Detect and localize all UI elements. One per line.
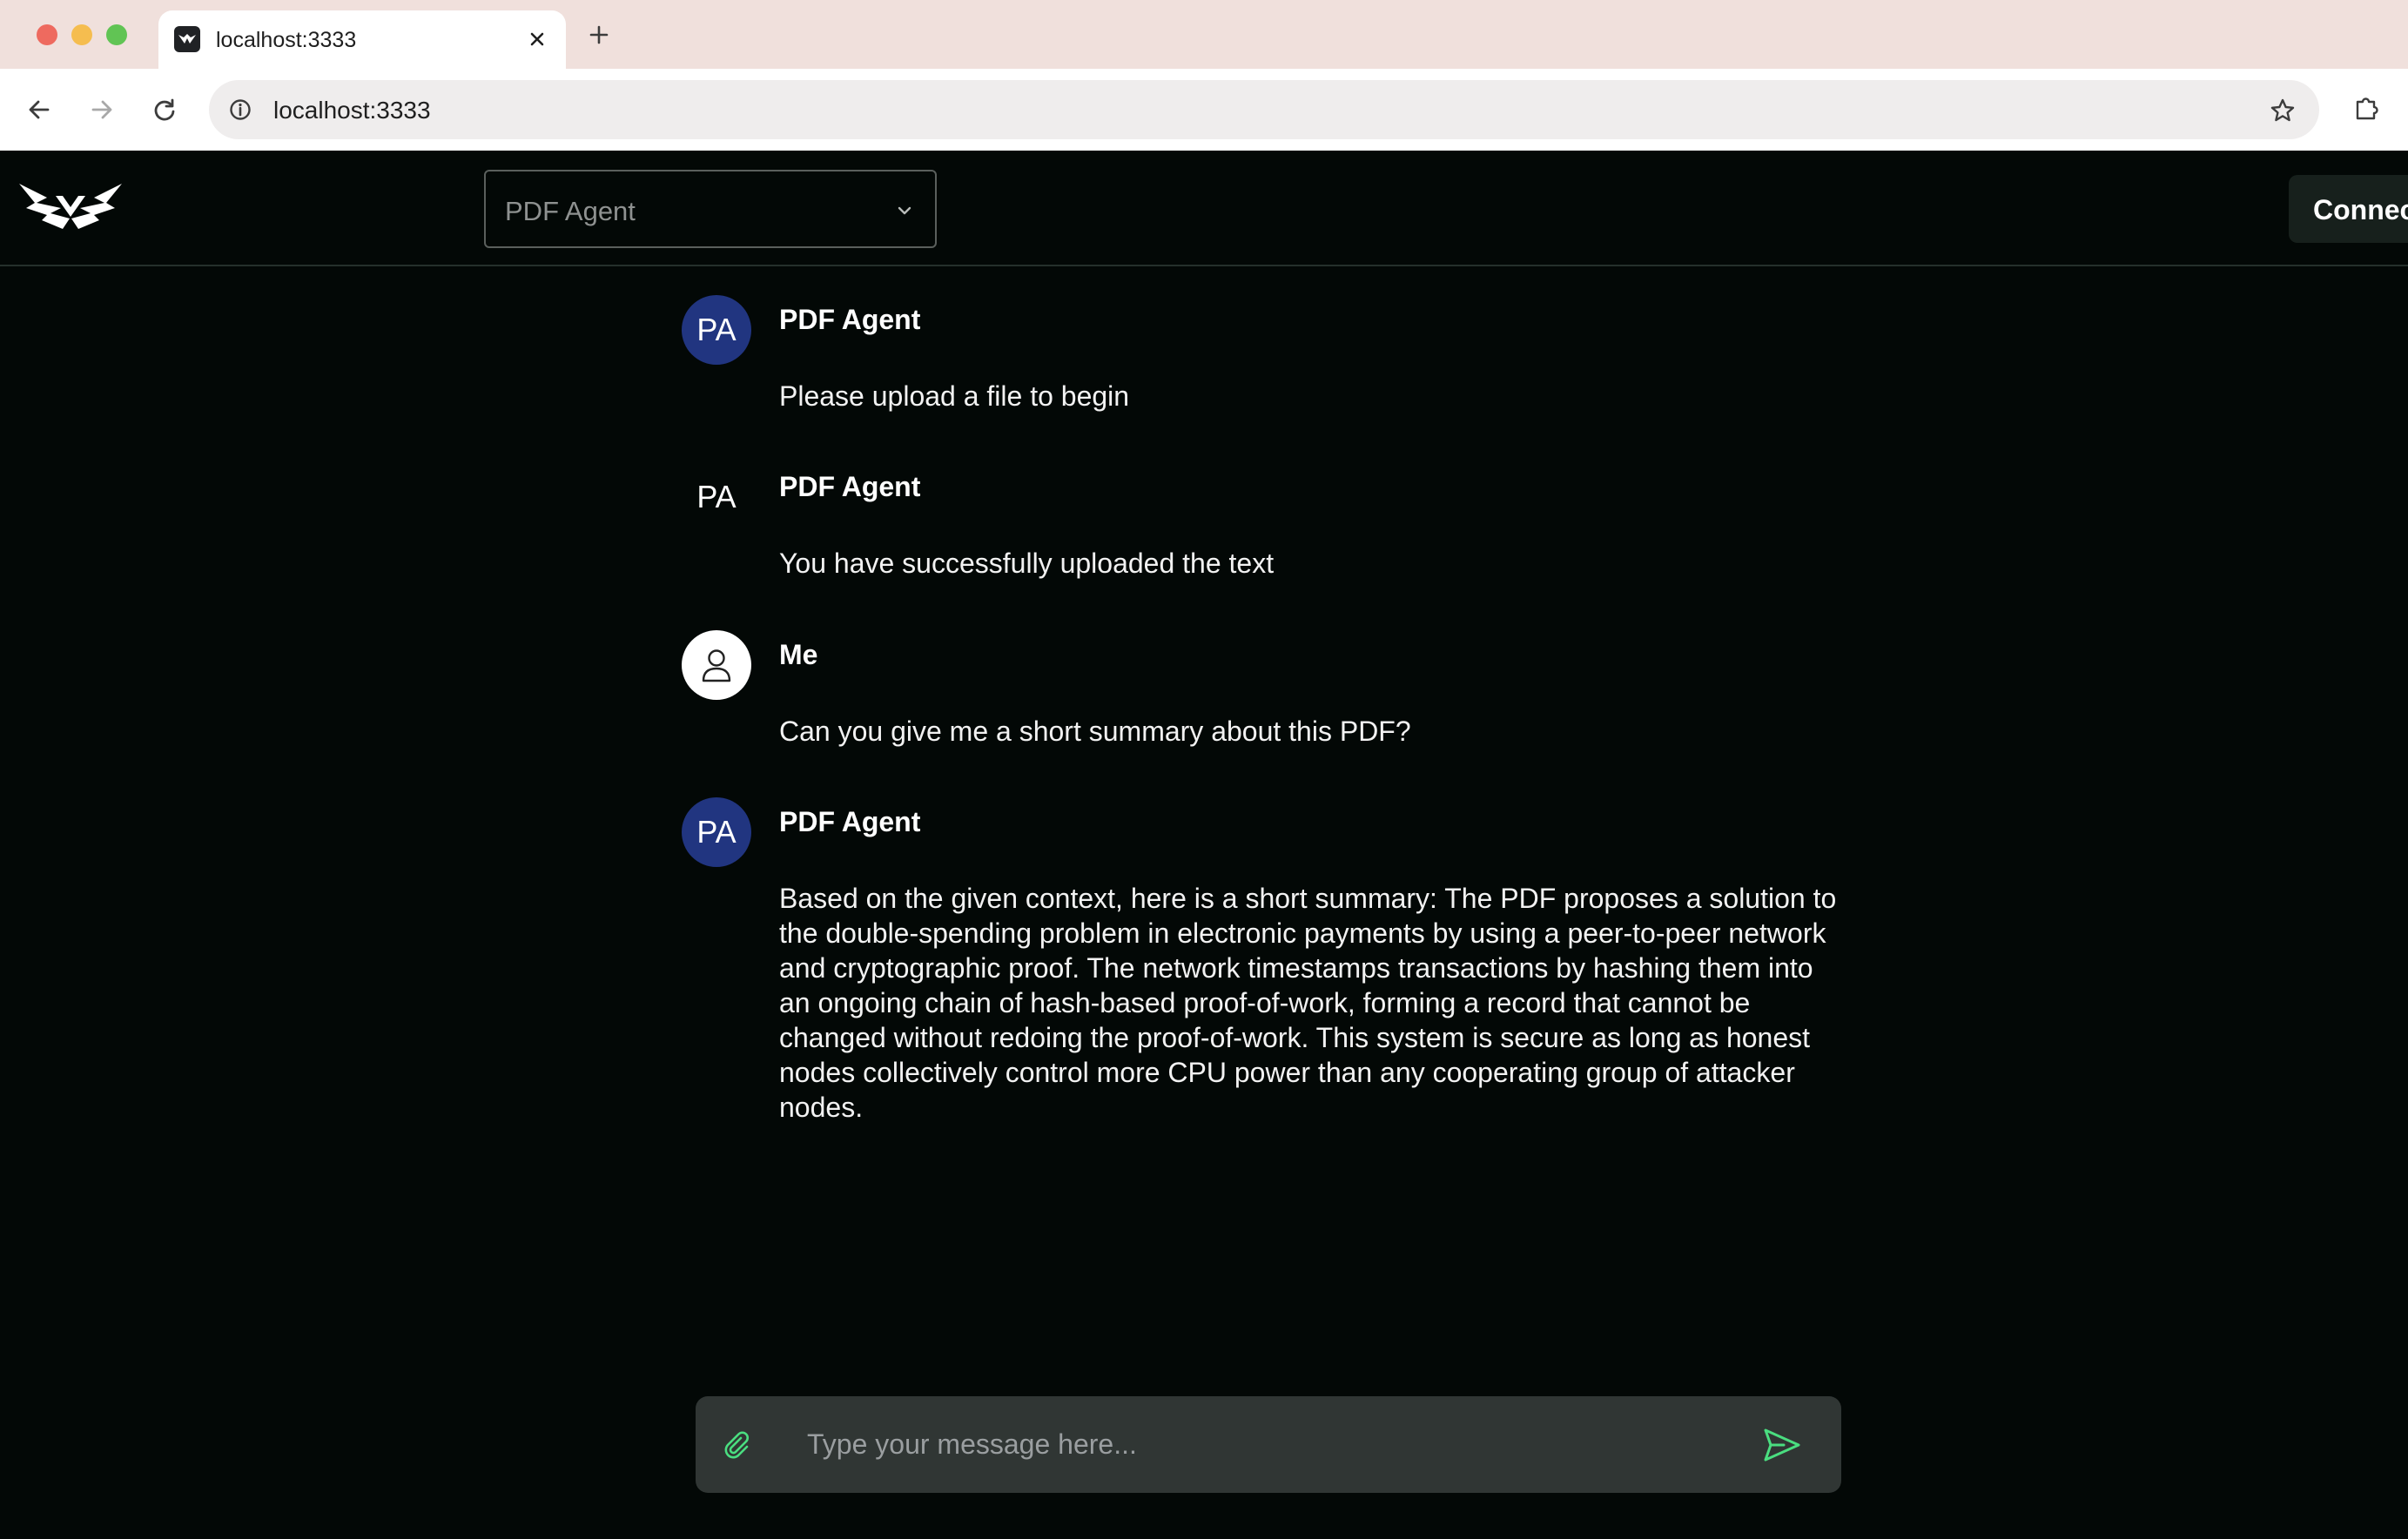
- message-input[interactable]: [805, 1415, 1693, 1473]
- back-arrow-icon[interactable]: [19, 90, 59, 130]
- window-zoom-button[interactable]: [106, 24, 127, 45]
- message-author: PDF Agent: [779, 304, 921, 335]
- user-icon: [702, 649, 731, 682]
- window-minimize-button[interactable]: [71, 24, 92, 45]
- extensions-puzzle-icon[interactable]: [2347, 88, 2387, 128]
- site-info-icon[interactable]: [226, 96, 254, 124]
- app-header: PDF Agent Connect: [0, 151, 2408, 266]
- forward-arrow-icon[interactable]: [82, 90, 122, 130]
- message-author: PDF Agent: [779, 806, 921, 837]
- chat-message: Me Can you give me a short summary about…: [682, 630, 1831, 770]
- paperclip-icon[interactable]: [718, 1426, 757, 1464]
- new-tab-icon[interactable]: [583, 19, 615, 50]
- avatar: PA: [682, 295, 751, 365]
- browser-tab-bar: localhost:3333: [0, 0, 2408, 69]
- reload-icon[interactable]: [145, 90, 185, 130]
- avatar: PA: [682, 797, 751, 867]
- message-author: Me: [779, 639, 818, 670]
- address-url: localhost:3333: [273, 97, 431, 124]
- message-composer: [696, 1396, 1841, 1493]
- browser-tab[interactable]: localhost:3333: [158, 10, 566, 69]
- bookmark-star-icon[interactable]: [2267, 95, 2298, 126]
- chevron-down-icon: [891, 198, 918, 224]
- message-text: Based on the given context, here is a sh…: [779, 883, 1837, 1123]
- address-bar[interactable]: localhost:3333: [209, 80, 2319, 139]
- agent-select-value: PDF Agent: [505, 196, 636, 226]
- agent-select[interactable]: PDF Agent: [484, 170, 937, 248]
- tab-title: localhost:3333: [216, 28, 357, 52]
- browser-toolbar: localhost:3333: [0, 69, 2408, 151]
- avatar: PA: [696, 479, 737, 514]
- app-viewport: PDF Agent Connect PA PDF Agent Please up…: [0, 151, 2408, 1539]
- favicon-icon: [174, 26, 200, 52]
- chat-message: PA PDF Agent You have successfully uploa…: [682, 462, 1831, 601]
- tab-close-icon[interactable]: [522, 24, 552, 54]
- window-close-button[interactable]: [37, 24, 57, 45]
- message-text: Can you give me a short summary about th…: [779, 716, 1411, 747]
- user-avatar: [682, 630, 751, 700]
- chat-message: PA PDF Agent Based on the given context,…: [682, 797, 1836, 1146]
- send-icon[interactable]: [1761, 1424, 1803, 1466]
- message-author: PDF Agent: [779, 471, 921, 502]
- connect-button-label: Connect: [2313, 194, 2408, 225]
- connect-button[interactable]: Connect: [2289, 175, 2408, 243]
- chat-message: PA PDF Agent Please upload a file to beg…: [682, 295, 1831, 434]
- message-text: You have successfully uploaded the text: [779, 548, 1275, 579]
- message-text: Please upload a file to begin: [779, 380, 1130, 412]
- app-logo[interactable]: [17, 178, 124, 232]
